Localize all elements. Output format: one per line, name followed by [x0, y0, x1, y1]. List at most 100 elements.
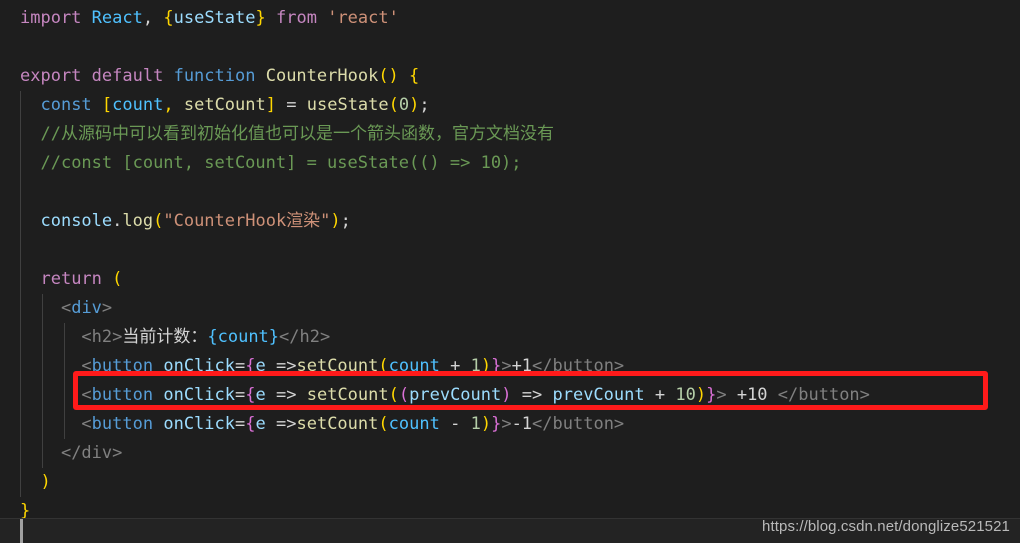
code-line-1[interactable]: import React, {useState} from 'react' [0, 4, 1020, 33]
code-line-15[interactable]: <button onClick={e =>setCount(count - 1)… [0, 410, 1020, 439]
indent-guide [42, 381, 43, 410]
code-line-5[interactable]: //从源码中可以看到初始化值也可以是一个箭头函数，官方文档没有 [0, 120, 1020, 149]
code-line-4[interactable]: const [count, setCount] = useState(0); [0, 91, 1020, 120]
operator-assign: = [286, 95, 297, 115]
paren-open-inner: ( [398, 385, 410, 405]
semicolon: ; [340, 211, 351, 231]
brace-close: } [491, 414, 502, 434]
code-line-9[interactable] [0, 236, 1020, 265]
code-line-2[interactable] [0, 33, 1020, 62]
brace-close: } [706, 385, 717, 405]
code-line-16[interactable]: </div> [0, 439, 1020, 468]
keyword-return: return [40, 269, 102, 289]
code-line-7[interactable] [0, 178, 1020, 207]
number-zero: 0 [398, 95, 410, 115]
keyword-import: import [20, 8, 82, 28]
paren-open: ( [378, 414, 389, 434]
code-line-8[interactable]: console.log("CounterHook渲染"); [0, 207, 1020, 236]
indent-guide [64, 381, 65, 410]
brace-open: { [163, 8, 174, 28]
jsx-h2-close: </h2> [279, 327, 331, 347]
paren-open: ( [388, 95, 399, 115]
paren-open: ( [378, 356, 389, 376]
jsx-button-closetag: </button> [532, 356, 625, 376]
jsx-expression-count: {count} [207, 327, 280, 347]
call-setcount: setCount [296, 414, 379, 434]
arrow-operator-2: => [521, 385, 543, 405]
operator-plus: + [654, 385, 666, 405]
brace-open: { [245, 414, 256, 434]
indent-guide [64, 410, 65, 439]
indent-guide [64, 352, 65, 381]
angle-close: > [716, 385, 727, 405]
code-line-13[interactable]: <button onClick={e =>setCount(count + 1)… [0, 352, 1020, 381]
paren-open: ( [153, 211, 164, 231]
code-line-11[interactable]: <div> [0, 294, 1020, 323]
brace-open: { [409, 66, 420, 86]
call-usestate: useState [306, 95, 389, 115]
arrow-operator: => [276, 385, 297, 405]
indent-guide [20, 381, 21, 410]
identifier-count: count [388, 414, 440, 434]
keyword-export: export [20, 66, 82, 86]
comma: , [163, 95, 174, 115]
identifier-count: count [388, 356, 440, 376]
dot: . [112, 211, 123, 231]
jsx-button-label: -1 [511, 414, 533, 434]
code-line-6[interactable]: //const [count, setCount] = useState(() … [0, 149, 1020, 178]
brace-close: } [491, 356, 502, 376]
code-line-12[interactable]: <h2>当前计数：{count}</h2> [0, 323, 1020, 352]
operator-assign: = [235, 385, 246, 405]
jsx-h2-open: <h2> [81, 327, 123, 347]
indent-guide [20, 120, 21, 149]
jsx-attr-onclick: onClick [163, 414, 235, 434]
code-editor[interactable]: import React, {useState} from 'react' ex… [0, 0, 1020, 543]
indent-guide [42, 352, 43, 381]
comma: , [142, 8, 154, 28]
operator-assign: = [235, 356, 246, 376]
identifier-prevcount: prevCount [552, 385, 645, 405]
code-line-3[interactable]: export default function CounterHook() { [0, 62, 1020, 91]
code-content[interactable]: import React, {useState} from 'react' ex… [0, 4, 1020, 526]
indent-guide [20, 207, 21, 236]
jsx-attr-onclick: onClick [163, 356, 235, 376]
code-line-10[interactable]: return ( [0, 265, 1020, 294]
code-line-14-highlighted[interactable]: <button onClick={e => setCount((prevCoun… [0, 381, 1020, 410]
indent-guide [20, 439, 21, 468]
identifier-count: count [112, 95, 164, 115]
indent-guide [20, 468, 21, 497]
indent-guide [42, 439, 43, 468]
param-e: e [255, 414, 266, 434]
indent-guide [42, 294, 43, 323]
paren-close-outer: ) [695, 385, 707, 405]
angle-open: < [60, 298, 72, 318]
number-one: 1 [470, 356, 481, 376]
code-line-17[interactable]: ) [0, 468, 1020, 497]
